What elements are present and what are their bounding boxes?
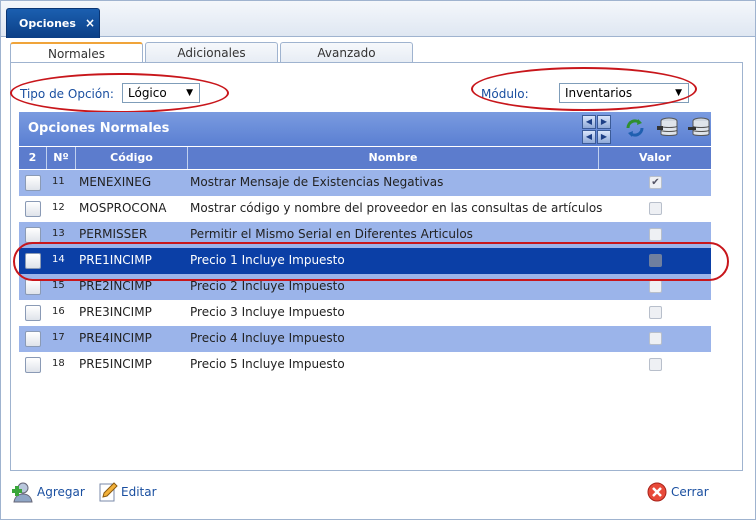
grid-title-bar: Opciones Normales ◀ ▶ ◀ ▶ (19, 112, 711, 146)
row-select-checkbox[interactable] (25, 227, 41, 243)
row-value-checkbox[interactable]: ✔ (649, 176, 662, 189)
row-select-checkbox[interactable] (25, 175, 41, 191)
row-select-checkbox[interactable] (25, 279, 41, 295)
edit-button[interactable]: Editar (97, 481, 167, 503)
add-icon (12, 482, 33, 503)
add-button-label: Agregar (37, 485, 85, 499)
tab-normales[interactable]: Normales (10, 42, 143, 64)
highlight-oval-row (13, 242, 729, 281)
row-value-checkbox[interactable] (649, 280, 662, 293)
grid-column-headers: 2 Nº Código Nombre Valor (19, 147, 711, 169)
close-icon[interactable]: × (85, 16, 95, 30)
column-header-number[interactable]: Nº (47, 147, 76, 169)
row-value-checkbox[interactable] (649, 202, 662, 215)
column-header-value[interactable]: Valor (599, 147, 711, 169)
cancel-icon (647, 482, 667, 502)
edit-button-label: Editar (121, 485, 157, 499)
column-header-name[interactable]: Nombre (188, 147, 599, 169)
row-number: 12 (52, 202, 65, 213)
row-name: Permitir el Mismo Serial en Diferentes A… (190, 227, 473, 241)
row-number: 18 (52, 358, 65, 369)
row-code: MOSPROCONA (79, 201, 167, 215)
column-header-select[interactable]: 2 (19, 147, 47, 169)
database-add-icon[interactable] (656, 115, 682, 141)
tab-opciones-label: Opciones (19, 17, 76, 30)
add-button[interactable]: Agregar (11, 481, 91, 503)
row-name: Mostrar código y nombre del proveedor en… (190, 201, 603, 215)
close-button-label: Cerrar (671, 485, 709, 499)
table-row[interactable]: 12 MOSPROCONA Mostrar código y nombre de… (19, 196, 711, 222)
row-value-checkbox[interactable] (649, 306, 662, 319)
row-value-checkbox[interactable] (649, 358, 662, 371)
next-page-icon[interactable]: ▶ (597, 130, 611, 144)
previous-page-icon[interactable]: ▶ (597, 115, 611, 129)
table-row[interactable]: 17 PRE4INCIMP Precio 4 Incluye Impuesto (19, 326, 711, 352)
highlight-oval-modulo (471, 67, 697, 111)
row-number: 11 (52, 176, 65, 187)
row-name: Precio 2 Incluye Impuesto (190, 279, 345, 293)
edit-icon (99, 482, 118, 502)
row-code: PRE2INCIMP (79, 279, 152, 293)
row-number: 15 (52, 280, 65, 291)
tab-avanzado[interactable]: Avanzado (280, 42, 413, 63)
row-code: MENEXINEG (79, 175, 152, 189)
highlight-oval-tipo (10, 73, 229, 113)
close-button[interactable]: Cerrar (646, 481, 721, 503)
first-page-icon[interactable]: ◀ (582, 115, 596, 129)
table-row[interactable]: 18 PRE5INCIMP Precio 5 Incluye Impuesto (19, 352, 711, 378)
database-remove-icon[interactable] (687, 115, 713, 141)
row-code: PRE3INCIMP (79, 305, 152, 319)
row-code: PRE5INCIMP (79, 357, 152, 371)
table-row[interactable]: 16 PRE3INCIMP Precio 3 Incluye Impuesto (19, 300, 711, 326)
row-select-checkbox[interactable] (25, 357, 41, 373)
options-window: Opciones × Normales Adicionales Avanzado… (0, 0, 756, 520)
row-select-checkbox[interactable] (25, 201, 41, 217)
row-name: Mostrar Mensaje de Existencias Negativas (190, 175, 444, 189)
grid-title: Opciones Normales (28, 121, 170, 136)
row-code: PRE4INCIMP (79, 331, 152, 345)
column-header-code[interactable]: Código (76, 147, 188, 169)
refresh-icon[interactable] (622, 115, 648, 141)
table-row[interactable]: 11 MENEXINEG Mostrar Mensaje de Existenc… (19, 170, 711, 196)
row-code: PERMISSER (79, 227, 148, 241)
row-number: 13 (52, 228, 65, 239)
row-value-checkbox[interactable] (649, 228, 662, 241)
row-name: Precio 4 Incluye Impuesto (190, 331, 345, 345)
tab-adicionales[interactable]: Adicionales (145, 42, 278, 63)
row-value-checkbox[interactable] (649, 332, 662, 345)
tab-opciones[interactable]: Opciones × (6, 8, 100, 38)
row-number: 16 (52, 306, 65, 317)
row-name: Precio 3 Incluye Impuesto (190, 305, 345, 319)
row-select-checkbox[interactable] (25, 305, 41, 321)
last-page-icon[interactable]: ◀ (582, 130, 596, 144)
row-select-checkbox[interactable] (25, 331, 41, 347)
row-number: 17 (52, 332, 65, 343)
window-tab-bar: Opciones × (1, 1, 755, 38)
row-name: Precio 5 Incluye Impuesto (190, 357, 345, 371)
